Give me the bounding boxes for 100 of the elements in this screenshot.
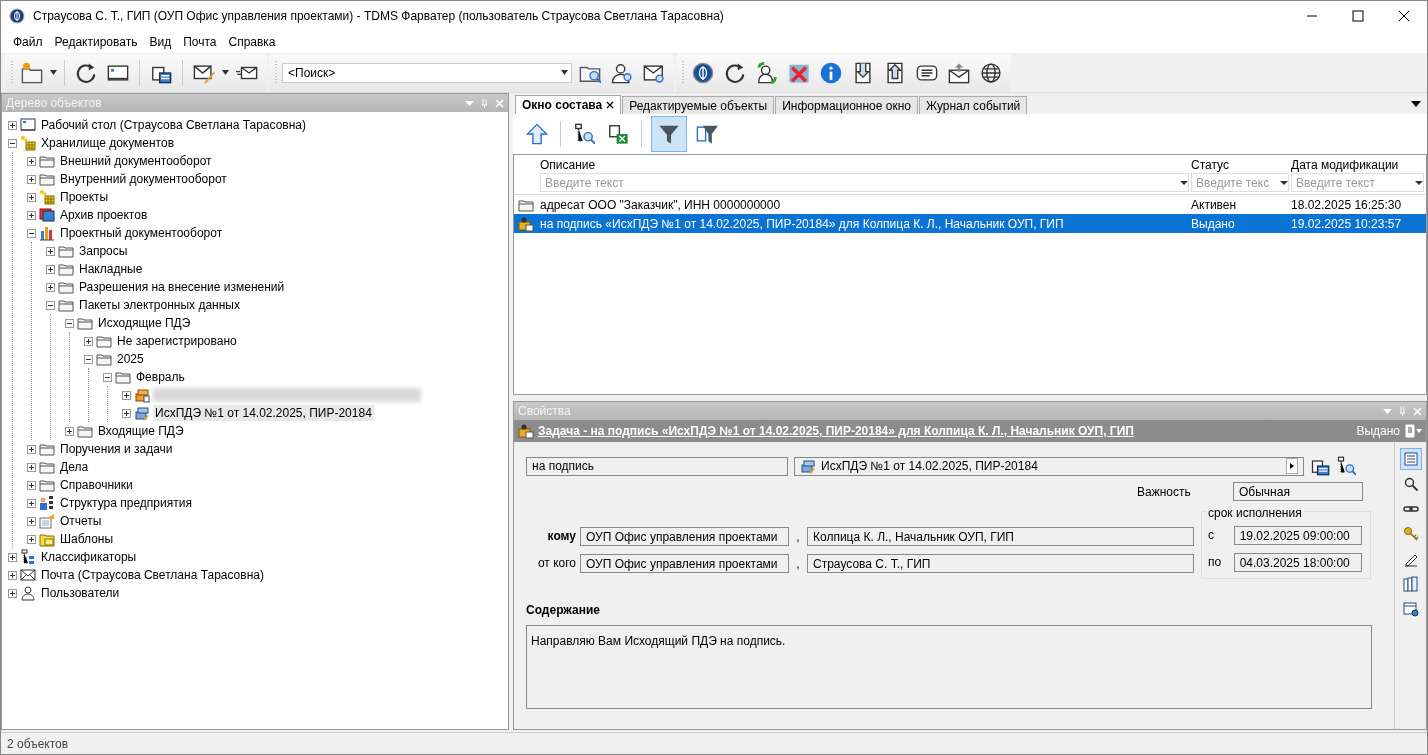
- envelope-upload-icon[interactable]: [948, 61, 970, 84]
- column-header[interactable]: Дата модификации: [1291, 155, 1426, 173]
- tree-item[interactable]: Внешний документооборот: [58, 153, 214, 169]
- organization-field[interactable]: ОУП Офис управления проектами: [580, 527, 789, 546]
- tree-item[interactable]: Накладные: [77, 261, 145, 277]
- date-field[interactable]: 19.02.2025 09:00:00: [1233, 526, 1362, 545]
- tree-item[interactable]: Входящие ПДЭ: [96, 423, 186, 439]
- refresh-icon[interactable]: [75, 61, 97, 84]
- up-arrow-icon[interactable]: [526, 123, 548, 145]
- dropdown-icon[interactable]: [1180, 180, 1188, 185]
- menu-item[interactable]: Справка: [222, 31, 282, 53]
- toggle-icon[interactable]: [27, 480, 36, 490]
- tree-item[interactable]: Пакеты электронных данных: [77, 297, 242, 313]
- filter-icon[interactable]: [658, 123, 680, 145]
- toggle-icon[interactable]: [46, 246, 55, 256]
- settings-icon[interactable]: [1402, 601, 1419, 617]
- toggle-icon[interactable]: [27, 498, 36, 508]
- search-icon[interactable]: [1402, 476, 1419, 492]
- toggle-icon[interactable]: [27, 228, 36, 238]
- app-logo-icon[interactable]: [692, 61, 714, 84]
- menu-item[interactable]: Файл: [7, 31, 49, 53]
- toggle-icon[interactable]: [46, 264, 55, 274]
- tree-item[interactable]: Архив проектов: [58, 207, 150, 223]
- menu-item[interactable]: Почта: [177, 31, 223, 53]
- column-header[interactable]: Статус: [1191, 155, 1291, 173]
- table-row[interactable]: на подпись «ИсхПДЭ №1 от 14.02.2025, ПИР-20184» для Колпица К. Л., Начальник ОУП, ГИП Выдано 19.02.2025 10:23:57: [514, 214, 1426, 233]
- refresh-icon[interactable]: [724, 61, 746, 84]
- excel-export-icon[interactable]: [607, 123, 629, 145]
- toggle-icon[interactable]: [8, 552, 17, 562]
- toggle-icon[interactable]: [122, 390, 131, 400]
- menu-item[interactable]: Редактировать: [48, 31, 144, 53]
- toggle-icon[interactable]: [27, 516, 36, 526]
- toggle-icon[interactable]: [84, 336, 93, 346]
- tree-item[interactable]: Рабочий стол (Страусова Светлана Тарасовна): [39, 117, 308, 133]
- tree-item[interactable]: Справочники: [58, 477, 135, 493]
- dropdown-icon[interactable]: [1415, 180, 1423, 185]
- type-field[interactable]: на подпись: [526, 456, 788, 476]
- toggle-icon[interactable]: [27, 156, 36, 166]
- tree-item[interactable]: Исходящие ПДЭ: [96, 315, 193, 331]
- toolbar-grip[interactable]: [11, 59, 14, 86]
- globe-icon[interactable]: [980, 61, 1002, 84]
- key-icon[interactable]: [1402, 526, 1419, 542]
- tree-item[interactable]: Классификаторы: [39, 549, 139, 565]
- users-sync-icon[interactable]: [756, 61, 778, 84]
- toggle-icon[interactable]: [122, 408, 131, 418]
- toggle-icon[interactable]: [27, 174, 36, 184]
- tree-item[interactable]: Почта (Страусова Светлана Тарасовна): [39, 567, 266, 583]
- tree-item[interactable]: Не зарегистрировано: [115, 333, 239, 349]
- date-field[interactable]: 04.03.2025 18:00:00: [1233, 553, 1362, 572]
- toggle-icon[interactable]: [46, 282, 55, 292]
- document-down-icon[interactable]: [852, 61, 874, 84]
- tree-item[interactable]: 2025: [115, 351, 146, 367]
- toggle-icon[interactable]: [27, 444, 36, 454]
- importance-field[interactable]: Обычная: [1233, 482, 1363, 501]
- dropdown-icon[interactable]: [561, 70, 568, 75]
- toggle-icon[interactable]: [27, 192, 36, 202]
- caret-icon[interactable]: [50, 70, 57, 75]
- toggle-icon[interactable]: [27, 462, 36, 472]
- tree-item[interactable]: ИсхПДЭ №1 от 14.02.2025, ПИР-20184: [153, 405, 374, 421]
- tab[interactable]: Окно состава: [515, 95, 622, 114]
- user-search-icon[interactable]: [611, 61, 633, 84]
- tab[interactable]: Информационное окно: [775, 96, 918, 114]
- tree-item[interactable]: Проектный документооборот: [58, 225, 225, 241]
- toggle-icon[interactable]: [8, 120, 17, 130]
- content-field[interactable]: Направляю Вам Исходящий ПДЭ на подпись.: [526, 625, 1372, 709]
- toggle-icon[interactable]: [27, 210, 36, 220]
- info-icon[interactable]: [820, 61, 842, 84]
- column-header[interactable]: Описание: [540, 155, 1191, 173]
- books-icon[interactable]: [1402, 576, 1419, 592]
- toggle-icon[interactable]: [103, 372, 112, 382]
- toolbar-grip[interactable]: [682, 59, 685, 86]
- toolbar-grip[interactable]: [275, 59, 278, 86]
- menu-item[interactable]: Вид: [143, 31, 178, 53]
- tree-item[interactable]: Дела: [58, 459, 91, 475]
- tree-item[interactable]: Февраль: [134, 369, 187, 385]
- tree-item[interactable]: Пользователи: [39, 585, 122, 601]
- tree-item[interactable]: Проекты: [58, 189, 111, 205]
- document-menu-icon[interactable]: [1404, 424, 1422, 438]
- document-up-icon[interactable]: [884, 61, 906, 84]
- tab[interactable]: Редактируемые объекты: [622, 96, 775, 114]
- tree-item[interactable]: Шаблоны: [58, 531, 116, 547]
- toggle-icon[interactable]: [65, 426, 74, 436]
- search-field[interactable]: <Поиск>: [282, 62, 572, 83]
- tree-item[interactable]: Отчеты: [58, 513, 104, 529]
- dropdown-icon[interactable]: [1411, 100, 1421, 108]
- toggle-icon[interactable]: [84, 354, 93, 364]
- dropdown-icon[interactable]: [1280, 180, 1288, 185]
- tree-item[interactable]: Поручения и задачи: [58, 441, 175, 457]
- tree-item[interactable]: Структура предприятия: [58, 495, 194, 511]
- tree-item[interactable]: Хранилище документов: [39, 135, 177, 151]
- toggle-icon[interactable]: [65, 318, 74, 328]
- filter-list-icon[interactable]: [696, 123, 718, 145]
- tree-search-icon[interactable]: [573, 123, 595, 145]
- toggle-icon[interactable]: [46, 300, 55, 310]
- subject-field[interactable]: ИсхПДЭ №1 от 14.02.2025, ПИР-20184: [794, 456, 1304, 476]
- tree-search-icon[interactable]: [1336, 456, 1356, 476]
- toggle-icon[interactable]: [27, 534, 36, 544]
- form-icon[interactable]: [1402, 451, 1419, 467]
- toggle-icon[interactable]: [8, 570, 17, 580]
- tree-item[interactable]: Разрешения на внесение изменений: [77, 279, 287, 295]
